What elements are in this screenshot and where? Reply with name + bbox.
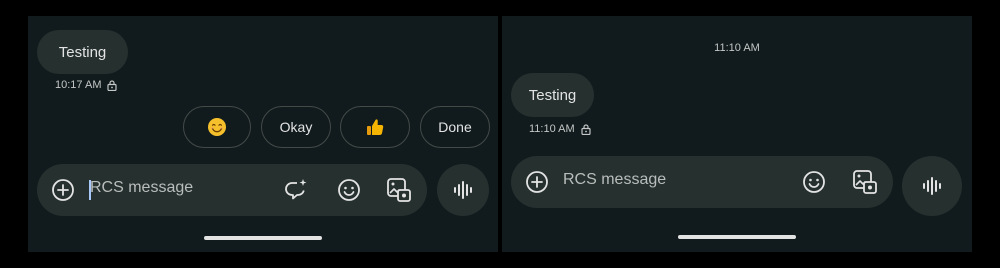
- emoji-icon[interactable]: [335, 176, 363, 204]
- compose-bar: RCS message: [37, 164, 427, 216]
- home-indicator[interactable]: [678, 235, 796, 239]
- smile-emoji-icon: [207, 117, 227, 137]
- thumbs-up-emoji-icon: [365, 117, 385, 137]
- voice-message-button[interactable]: [902, 156, 962, 216]
- suggestion-chip-thumbs-up[interactable]: [340, 106, 410, 148]
- voice-message-button[interactable]: [437, 164, 489, 216]
- suggestion-chip-smile[interactable]: [183, 106, 251, 148]
- message-input[interactable]: RCS message: [563, 171, 666, 189]
- suggestion-done-label: Done: [438, 119, 472, 135]
- left-conversation-panel: Testing 10:17 AM Okay Done RCS message: [28, 16, 498, 252]
- suggestion-chip-done[interactable]: Done: [420, 106, 490, 148]
- message-text: Testing: [58, 43, 107, 61]
- lock-icon: [107, 79, 118, 91]
- emoji-icon[interactable]: [800, 168, 828, 196]
- message-bubble[interactable]: Testing: [37, 30, 128, 74]
- suggestion-chip-okay[interactable]: Okay: [261, 106, 331, 148]
- message-meta: 10:17 AM: [55, 79, 118, 91]
- message-bubble[interactable]: Testing: [511, 73, 594, 117]
- message-meta: 11:10 AM: [529, 123, 591, 135]
- message-time: 10:17 AM: [55, 79, 102, 91]
- message-time: 11:10 AM: [529, 123, 575, 135]
- add-circle-icon[interactable]: [523, 168, 551, 196]
- right-conversation-panel: 11:10 AM Testing 11:10 AM RCS message: [502, 16, 972, 252]
- lock-icon: [581, 123, 591, 135]
- gallery-icon[interactable]: [385, 176, 413, 204]
- message-input[interactable]: RCS message: [90, 179, 193, 197]
- voice-waveform-icon: [452, 179, 474, 201]
- suggestion-okay-label: Okay: [279, 119, 313, 135]
- timestamp-header: 11:10 AM: [714, 42, 760, 54]
- ai-sparkle-chat-icon[interactable]: [282, 176, 310, 204]
- message-text: Testing: [528, 86, 577, 104]
- add-circle-icon[interactable]: [49, 176, 77, 204]
- voice-waveform-icon: [921, 175, 943, 197]
- home-indicator[interactable]: [204, 236, 322, 240]
- gallery-icon[interactable]: [851, 168, 879, 196]
- compose-bar: RCS message: [511, 156, 893, 208]
